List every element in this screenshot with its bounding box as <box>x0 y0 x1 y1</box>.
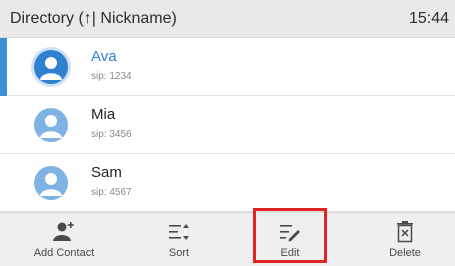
person-icon <box>34 108 68 142</box>
add-contact-label: Add Contact <box>33 247 95 259</box>
clock: 15:44 <box>408 10 449 27</box>
softkey-toolbar: Add Contact Sort Edit Delete <box>0 212 455 266</box>
contact-row-sam[interactable]: Sam sip: 4567 <box>0 154 455 212</box>
edit-highlight-box <box>253 208 327 263</box>
sort-icon <box>166 221 192 243</box>
page-title: Directory (↑| Nickname) <box>10 10 177 27</box>
add-contact-icon <box>51 221 77 243</box>
contact-row-ava[interactable]: Ava sip: 1234 <box>0 38 455 96</box>
contact-number: sip: 4567 <box>91 187 132 198</box>
person-icon <box>34 50 68 84</box>
contact-number: sip: 1234 <box>91 71 132 82</box>
directory-screen: Directory (↑| Nickname) 15:44 Ava sip: 1… <box>0 0 455 266</box>
delete-button[interactable]: Delete <box>355 213 455 266</box>
delete-icon <box>392 221 418 243</box>
sort-button[interactable]: Sort <box>129 213 229 266</box>
sort-label: Sort <box>168 247 190 259</box>
delete-label: Delete <box>389 247 421 259</box>
selection-indicator <box>0 38 7 96</box>
person-icon <box>34 166 68 200</box>
title-bar: Directory (↑| Nickname) 15:44 <box>0 0 455 38</box>
contact-row-mia[interactable]: Mia sip: 3456 <box>0 96 455 154</box>
contact-name: Mia <box>91 106 116 123</box>
add-contact-button[interactable]: Add Contact <box>14 213 114 266</box>
contact-name: Ava <box>91 48 117 65</box>
contact-name: Sam <box>91 164 122 181</box>
contact-number: sip: 3456 <box>91 129 132 140</box>
